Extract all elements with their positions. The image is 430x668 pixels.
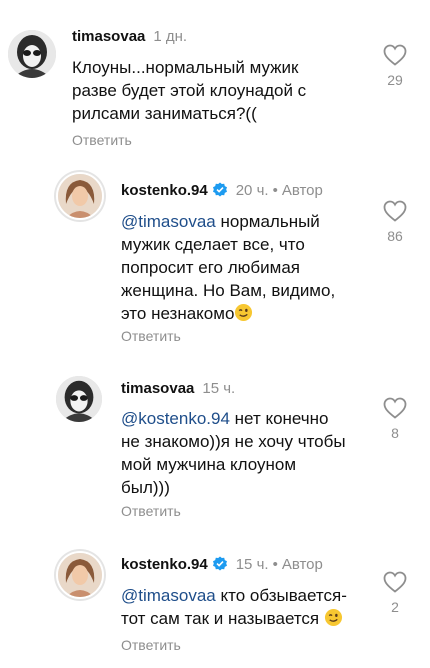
text-line: был))) [121, 478, 170, 497]
heart-outline-icon[interactable] [383, 571, 407, 593]
comment-meta: kostenko.94 20 ч. • Автор [121, 182, 323, 200]
avatar-image [56, 376, 102, 422]
username[interactable]: kostenko.94 [121, 556, 208, 573]
verified-badge-icon [212, 182, 228, 198]
mention-link[interactable]: @timasovaa [121, 212, 216, 231]
text-line: женщина. Но Вам, видимо, [121, 281, 336, 300]
reply-button[interactable]: Ответить [72, 131, 132, 149]
timestamp: 15 ч. [235, 556, 269, 573]
text-line: нормальный [215, 212, 320, 231]
heart-outline-icon[interactable] [383, 397, 407, 419]
verified-badge-icon [212, 556, 228, 572]
avatar-image [58, 174, 102, 218]
comment-text: @kostenko.94 нет конечно не знакомо))я н… [121, 407, 346, 499]
avatar-image [58, 553, 102, 597]
like-control: 86 [381, 200, 409, 244]
avatar-image [8, 30, 56, 78]
mention-link[interactable]: @kostenko.94 [121, 409, 230, 428]
username[interactable]: timasovaa [72, 28, 145, 45]
text-line: мужик сделает все, что [121, 235, 305, 254]
comment-meta: timasovaa 15 ч. [121, 380, 235, 398]
timestamp: 20 ч. [235, 182, 269, 199]
comment-text: Клоуны...нормальный мужик разве будет эт… [72, 56, 306, 125]
like-control: 29 [381, 44, 409, 88]
heart-outline-icon[interactable] [383, 200, 407, 222]
like-control: 2 [381, 571, 409, 615]
text-line: нет конечно [229, 409, 329, 428]
comment-meta: timasovaa 1 дн. [72, 28, 187, 46]
like-count: 29 [387, 72, 403, 88]
reply-button[interactable]: Ответить [121, 502, 181, 520]
heart-outline-icon[interactable] [383, 44, 407, 66]
username[interactable]: kostenko.94 [121, 182, 208, 199]
comment-meta: kostenko.94 15 ч. • Автор [121, 556, 323, 574]
text-line: не знакомо))я не хочу чтобы [121, 432, 346, 451]
text-line: это незнакомо [121, 304, 235, 323]
avatar[interactable] [56, 551, 104, 599]
like-count: 86 [387, 228, 403, 244]
avatar[interactable] [8, 30, 56, 78]
timestamp: 1 дн. [153, 28, 188, 45]
avatar[interactable] [56, 172, 104, 220]
timestamp: 15 ч. [202, 380, 236, 397]
avatar[interactable] [56, 376, 102, 422]
separator: • [272, 182, 278, 199]
winking-face-emoji [234, 303, 253, 322]
username[interactable]: timasovaa [121, 380, 194, 397]
like-count: 8 [391, 425, 399, 441]
like-control: 8 [381, 397, 409, 441]
comment-text: @timasovaa кто обзывается- тот сам так и… [121, 584, 347, 630]
text-line: Клоуны...нормальный мужик [72, 58, 299, 77]
text-line: тот сам так и называется [121, 609, 324, 628]
like-count: 2 [391, 599, 399, 615]
mention-link[interactable]: @timasovaa [121, 586, 216, 605]
winking-face-emoji [324, 608, 343, 627]
comment-text: @timasovaa нормальный мужик сделает все,… [121, 210, 335, 325]
reply-button[interactable]: Ответить [121, 327, 181, 345]
text-line: кто обзывается- [215, 586, 347, 605]
reply-button[interactable]: Ответить [121, 636, 181, 654]
text-line: попросит его любимая [121, 258, 300, 277]
text-line: разве будет этой клоунадой с [72, 81, 307, 100]
text-line: рилсами заниматься?(( [72, 104, 257, 123]
text-line: мой мужчина клоуном [121, 455, 297, 474]
author-label: Автор [281, 556, 323, 573]
author-label: Автор [281, 182, 323, 199]
separator: • [272, 556, 278, 573]
